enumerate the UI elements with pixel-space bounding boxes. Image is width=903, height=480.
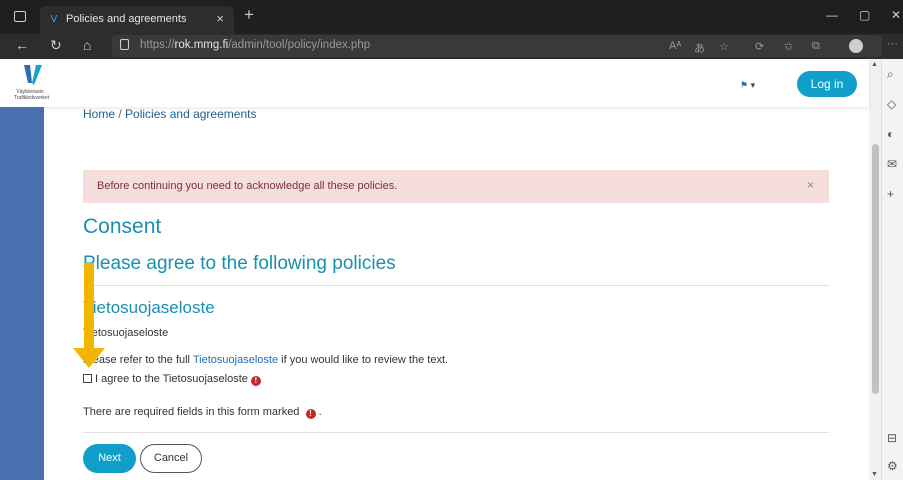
extensions-icon[interactable]: ⟳	[755, 40, 764, 53]
site-header: Väylävirasto Trafikledsverket ⚑ ▾ Log in	[0, 59, 869, 107]
policy-summary: Tietosuojaseloste	[83, 327, 169, 339]
logo-v-icon	[24, 65, 42, 85]
tab-title: Policies and agreements	[66, 13, 187, 25]
next-button[interactable]: Next	[83, 444, 136, 473]
policy-link[interactable]: Tietosuojaseloste	[193, 354, 278, 366]
office-icon[interactable]: ◐	[887, 127, 894, 141]
add-sidebar-icon[interactable]: +	[887, 187, 894, 201]
refresh-icon[interactable]: ↻	[50, 37, 62, 54]
site-favicon-icon: V	[50, 14, 58, 25]
chevron-down-icon: ▾	[750, 80, 756, 90]
annotation-arrow-shaft	[84, 263, 94, 351]
new-tab-button[interactable]: +	[244, 5, 254, 25]
shopping-icon[interactable]: ◇	[887, 97, 896, 111]
scroll-down-icon[interactable]: ▼	[871, 471, 878, 478]
browser-toolbar: ← ↻ ⌂ https://rok.mmg.fi/admin/tool/poli…	[0, 34, 903, 59]
scrollbar-thumb[interactable]	[872, 144, 879, 394]
edge-sidebar: ⌕ ◇ ◐ ✉ + ⊟ ⚙	[881, 59, 903, 480]
login-button[interactable]: Log in	[797, 71, 857, 97]
search-icon[interactable]: ⌕	[887, 67, 894, 82]
alert-close-icon[interactable]: ×	[807, 178, 814, 192]
divider	[83, 432, 829, 433]
favorites-icon[interactable]: ✩	[784, 40, 793, 53]
policy-alert: Before continuing you need to acknowledg…	[83, 170, 829, 203]
section-heading: Please agree to the following policies	[83, 253, 396, 274]
profile-icon[interactable]	[849, 39, 863, 53]
agree-checkbox[interactable]	[83, 374, 92, 383]
breadcrumb: Home / Policies and agreements	[83, 107, 256, 121]
url-text: https://rok.mmg.fi/admin/tool/policy/ind…	[140, 39, 371, 51]
alert-message: Before continuing you need to acknowledg…	[97, 180, 398, 192]
logo-text: Väylävirasto Trafikledsverket	[14, 89, 50, 101]
sidebar-collapse-icon[interactable]: ⊟	[887, 431, 897, 445]
breadcrumb-home[interactable]: Home	[83, 107, 115, 121]
more-menu-icon[interactable]: ⋯	[887, 37, 898, 50]
breadcrumb-separator: /	[118, 107, 122, 121]
cancel-button[interactable]: Cancel	[140, 444, 202, 473]
divider	[83, 285, 829, 286]
browser-titlebar: V Policies and agreements × + — ▢ ✕	[0, 0, 903, 34]
browser-tab[interactable]: V Policies and agreements ×	[40, 6, 234, 34]
lock-icon	[120, 39, 129, 50]
tab-close-icon[interactable]: ×	[216, 11, 224, 26]
page-scrollbar[interactable]: ▲ ▼	[869, 59, 881, 480]
read-aloud-icon[interactable]: Aᴬ	[669, 40, 681, 52]
language-menu[interactable]: ⚑ ▾	[740, 80, 755, 91]
translate-icon[interactable]: あ	[694, 40, 705, 56]
sidebar-settings-icon[interactable]: ⚙	[887, 459, 898, 473]
minimize-icon[interactable]: —	[826, 8, 838, 22]
scroll-up-icon[interactable]: ▲	[871, 61, 878, 68]
favorite-star-icon[interactable]: ☆	[719, 40, 729, 53]
breadcrumb-current[interactable]: Policies and agreements	[125, 107, 256, 121]
required-icon: !	[305, 409, 316, 419]
required-icon: !	[250, 376, 261, 386]
left-decor-bar	[0, 107, 44, 480]
annotation-arrow-down-icon	[73, 348, 105, 368]
site-logo[interactable]: Väylävirasto Trafikledsverket	[10, 62, 50, 101]
address-bar[interactable]: https://rok.mmg.fi/admin/tool/policy/ind…	[112, 35, 882, 57]
page-title: Consent	[83, 215, 162, 238]
policy-refer-text: Please refer to the full Tietosuojaselos…	[83, 354, 449, 366]
required-note: There are required fields in this form m…	[83, 406, 322, 419]
home-icon[interactable]: ⌂	[83, 37, 91, 53]
close-window-icon[interactable]: ✕	[891, 8, 901, 22]
agree-label[interactable]: I agree to the Tietosuojaseloste	[95, 373, 248, 385]
language-icon: ⚑	[740, 80, 749, 90]
agree-checkbox-row[interactable]: I agree to the Tietosuojaseloste!	[83, 373, 261, 386]
back-icon[interactable]: ←	[15, 37, 29, 53]
maximize-icon[interactable]: ▢	[859, 8, 870, 22]
policy-title: Tietosuojaseloste	[83, 298, 215, 317]
tab-actions-icon[interactable]	[14, 11, 26, 22]
outlook-icon[interactable]: ✉	[887, 157, 897, 171]
collections-icon[interactable]: ⧉	[812, 40, 820, 53]
